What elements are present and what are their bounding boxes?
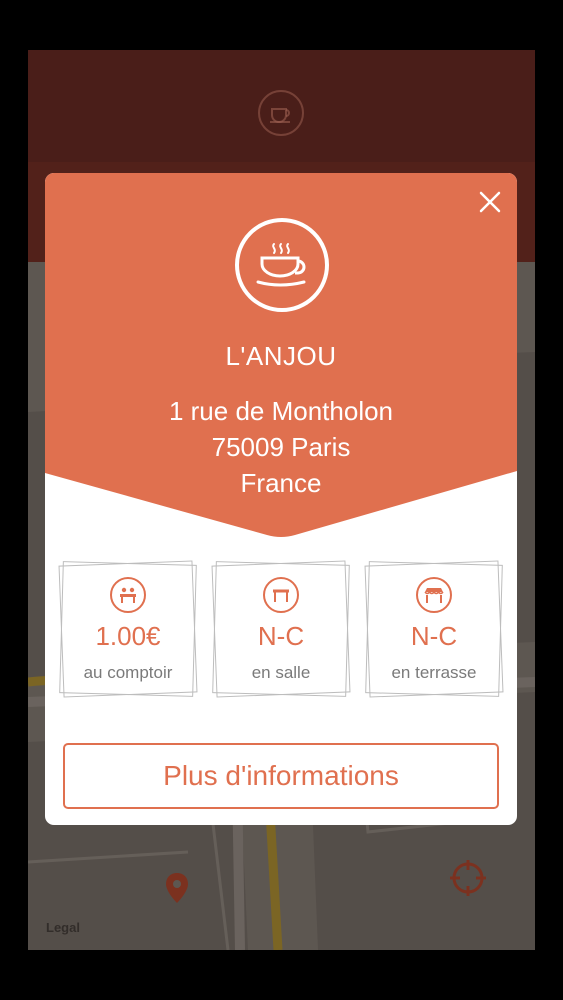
app-screen: Legal L'ANJOU 1 rue de Montholon 75009 P… [28,50,535,950]
price-card-terrace: N-C en terrasse [364,560,504,698]
venue-address: 1 rue de Montholon 75009 Paris France [45,393,517,501]
close-button[interactable] [473,185,507,219]
price-label: au comptoir [83,663,173,682]
more-info-button[interactable]: Plus d'informations [63,743,499,809]
close-icon [479,191,501,213]
table-icon [263,577,299,613]
coffee-cup-icon [235,218,329,312]
price-card-counter: 1.00€ au comptoir [58,560,198,698]
address-line: 1 rue de Montholon [168,396,394,426]
price-label: en salle [251,663,311,682]
venue-name: L'ANJOU [225,341,337,371]
venue-popup: L'ANJOU 1 rue de Montholon 75009 Paris F… [45,173,517,825]
price-value: 1.00€ [95,621,161,651]
price-value: N-C [410,621,458,651]
address-line: France [240,468,322,498]
venue-header: L'ANJOU 1 rue de Montholon 75009 Paris F… [45,173,517,539]
terrace-awning-icon [416,577,452,613]
address-line: 75009 Paris [211,432,351,462]
price-card-room: N-C en salle [211,560,351,698]
price-value: N-C [257,621,305,651]
bar-counter-icon [110,577,146,613]
price-label: en terrasse [391,663,477,682]
